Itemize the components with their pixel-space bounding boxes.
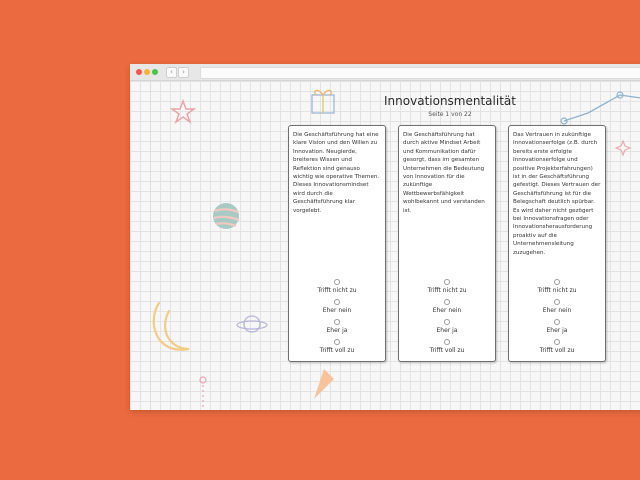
page-indicator: Seite 1 von 22 — [428, 111, 472, 118]
answer-label: Trifft nicht zu — [537, 287, 577, 294]
answer-option[interactable]: Eher nein — [289, 299, 385, 319]
question-statement: Das Vertrauen in zukünftige Innovationse… — [513, 132, 601, 256]
constellation-icon — [560, 91, 640, 125]
question-card: Die Geschäftsführung hat eine klare Visi… — [288, 125, 386, 362]
address-bar[interactable] — [200, 67, 640, 79]
question-card: Das Vertrauen in zukünftige Innovationse… — [508, 125, 606, 362]
survey-page: Innovationsmentalität Seite 1 von 22 Die… — [130, 81, 640, 410]
answer-option[interactable]: Eher ja — [289, 319, 385, 339]
star-icon — [170, 99, 196, 125]
answer-label: Eher ja — [546, 327, 568, 334]
radio-button[interactable] — [334, 319, 340, 325]
browser-window: ‹ › Innovationsmentalität Seite 1 von 22… — [130, 64, 640, 410]
answer-option[interactable]: Trifft nicht zu — [289, 279, 385, 299]
radio-button[interactable] — [444, 319, 450, 325]
answer-options: Trifft nicht zu Eher nein Eher ja Trifft… — [399, 279, 495, 359]
moon-icon — [152, 301, 190, 351]
forward-button[interactable]: › — [178, 67, 189, 78]
answer-option[interactable]: Eher ja — [399, 319, 495, 339]
question-statement: Die Geschäftsführung hat durch aktive Mi… — [403, 132, 485, 214]
answer-label: Trifft voll zu — [429, 347, 465, 354]
radio-button[interactable] — [334, 279, 340, 285]
radio-button[interactable] — [554, 299, 560, 305]
sparkle-icon — [614, 139, 632, 157]
answer-options: Trifft nicht zu Eher nein Eher ja Trifft… — [509, 279, 605, 359]
answer-option[interactable]: Trifft voll zu — [289, 339, 385, 359]
page-title: Innovationsmentalität — [384, 94, 516, 108]
radio-button[interactable] — [554, 279, 560, 285]
radio-button[interactable] — [554, 339, 560, 345]
answer-option[interactable]: Trifft voll zu — [399, 339, 495, 359]
ringed-planet-icon — [236, 315, 268, 333]
back-button[interactable]: ‹ — [166, 67, 177, 78]
answer-options: Trifft nicht zu Eher nein Eher ja Trifft… — [289, 279, 385, 359]
answer-label: Eher nein — [542, 307, 572, 314]
answer-option[interactable]: Trifft nicht zu — [509, 279, 605, 299]
radio-button[interactable] — [444, 299, 450, 305]
answer-option[interactable]: Trifft nicht zu — [399, 279, 495, 299]
minimize-window-button[interactable] — [144, 69, 150, 75]
answer-label: Eher nein — [322, 307, 352, 314]
answer-option[interactable]: Eher ja — [509, 319, 605, 339]
answer-option[interactable]: Eher nein — [399, 299, 495, 319]
rocket-icon — [314, 369, 334, 399]
answer-label: Eher ja — [326, 327, 348, 334]
question-statement: Die Geschäftsführung hat eine klare Visi… — [293, 132, 380, 214]
radio-button[interactable] — [444, 279, 450, 285]
planet-icon — [213, 203, 240, 229]
answer-option[interactable]: Eher nein — [509, 299, 605, 319]
browser-titlebar: ‹ › — [130, 64, 640, 81]
answer-label: Trifft voll zu — [319, 347, 355, 354]
close-window-button[interactable] — [136, 69, 142, 75]
radio-button[interactable] — [444, 339, 450, 345]
answer-label: Eher ja — [436, 327, 458, 334]
radio-button[interactable] — [334, 339, 340, 345]
answer-option[interactable]: Trifft voll zu — [509, 339, 605, 359]
maximize-window-button[interactable] — [152, 69, 158, 75]
question-card: Die Geschäftsführung hat durch aktive Mi… — [398, 125, 496, 362]
radio-button[interactable] — [554, 319, 560, 325]
comet-icon — [199, 376, 207, 410]
answer-label: Trifft voll zu — [539, 347, 575, 354]
answer-label: Eher nein — [432, 307, 462, 314]
radio-button[interactable] — [334, 299, 340, 305]
answer-label: Trifft nicht zu — [317, 287, 357, 294]
gift-icon — [311, 89, 335, 114]
answer-label: Trifft nicht zu — [427, 287, 467, 294]
